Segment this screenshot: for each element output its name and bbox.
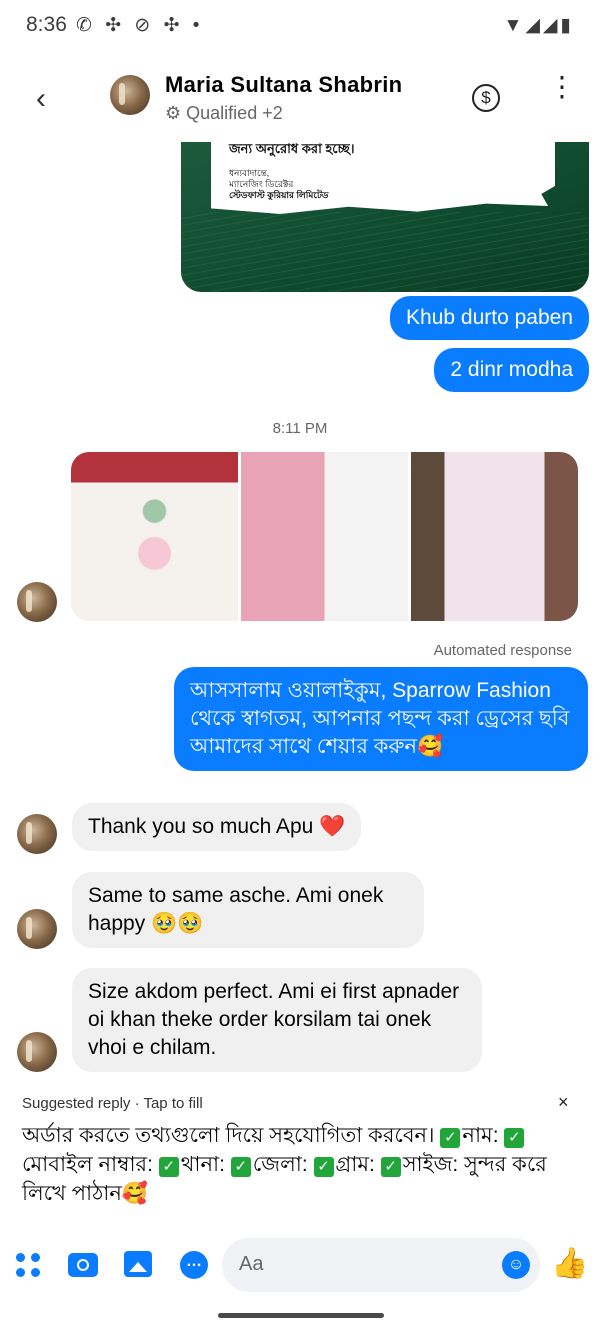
notification-icons: ✆ ✣ ⊘ ✣ •: [76, 15, 204, 36]
suggested-reply-title: Suggested reply · Tap to fill: [22, 1095, 203, 1112]
photo-dress-1[interactable]: [71, 452, 238, 621]
check-icon: ✓: [230, 1157, 251, 1177]
suggestion-field: মোবাইল নাম্বার:: [22, 1153, 153, 1176]
photo-dress-3[interactable]: [411, 452, 578, 621]
contact-name[interactable]: Maria Sultana Shabrin: [165, 72, 402, 98]
avatar[interactable]: [110, 75, 150, 115]
suggestion-field: সাইজ:: [402, 1153, 459, 1176]
photo-dress-2[interactable]: [241, 452, 408, 621]
suggestion-field: গ্রাম:: [335, 1153, 375, 1176]
clock: 8:36: [26, 13, 67, 36]
like-icon[interactable]: 👍: [551, 1246, 588, 1281]
status-bar: 8:36 ✆ ✣ ⊘ ✣ • ▼◢◢▮: [0, 0, 600, 52]
label-icon: ⚙: [165, 103, 182, 123]
contact-subtitle[interactable]: ⚙ Qualified +2: [165, 103, 283, 124]
avatar[interactable]: [17, 909, 57, 949]
suggestion-field: থানা:: [180, 1153, 225, 1176]
message-outgoing[interactable]: Khub durto paben: [390, 296, 589, 340]
avatar[interactable]: [17, 814, 57, 854]
photo-group[interactable]: [71, 452, 578, 621]
dollar-icon[interactable]: $: [472, 84, 500, 112]
suggestion-field: জেলা:: [252, 1153, 308, 1176]
contact-labels: Qualified +2: [186, 103, 283, 123]
message-incoming[interactable]: Size akdom perfect. Ami ei first apnader…: [72, 968, 482, 1072]
gallery-icon[interactable]: [124, 1251, 152, 1277]
image-text-signature: ধন্যবাদান্তে, ম্যানেজিং ডিরেক্টর স্টেডফা…: [229, 168, 328, 201]
image-paper: জন্য অনুরোধ করা হচ্ছে। ধন্যবাদান্তে, ম্য…: [211, 142, 555, 214]
signal-battery-icons: ▼◢◢▮: [503, 15, 574, 36]
avatar[interactable]: [17, 582, 57, 622]
check-icon: ✓: [440, 1128, 461, 1148]
image-text-line: ধন্যবাদান্তে,: [229, 168, 270, 178]
chat-icon[interactable]: …: [180, 1251, 208, 1279]
check-icon: ✓: [158, 1157, 179, 1177]
avatar[interactable]: [17, 1032, 57, 1072]
check-icon: ✓: [380, 1157, 401, 1177]
message-incoming[interactable]: Same to same asche. Ami onek happy 🥹🥹: [72, 872, 424, 948]
sent-image[interactable]: জন্য অনুরোধ করা হচ্ছে। ধন্যবাদান্তে, ম্য…: [181, 142, 589, 292]
image-pattern: [181, 212, 589, 292]
more-options-icon[interactable]: ⋮: [548, 73, 576, 101]
message-outgoing-automated[interactable]: আসসালাম ওয়ালাইকুম, Sparrow Fashion থেকে…: [174, 667, 588, 771]
home-indicator[interactable]: [218, 1313, 384, 1318]
camera-icon[interactable]: [68, 1253, 98, 1277]
image-text-line: স্টেডফাস্ট কুরিয়ার লিমিটেড: [229, 190, 329, 200]
message-outgoing[interactable]: 2 dinr modha: [434, 348, 589, 392]
close-icon[interactable]: ×: [558, 1092, 569, 1113]
check-icon: ✓: [313, 1157, 334, 1177]
suggestion-field: নাম:: [462, 1124, 499, 1147]
message-incoming[interactable]: Thank you so much Apu ❤️: [72, 803, 362, 851]
apps-icon[interactable]: [16, 1253, 42, 1279]
image-text-line: ম্যানেজিং ডিরেক্টর: [229, 179, 294, 189]
automated-response-label: Automated response: [433, 642, 572, 659]
message-input[interactable]: Aa: [222, 1238, 540, 1292]
check-icon: ✓: [504, 1128, 525, 1148]
suggested-reply-text[interactable]: অর্ডার করতে তথ্যগুলো দিয়ে সহযোগিতা করবে…: [22, 1121, 578, 1208]
emoji-icon[interactable]: ☺: [502, 1251, 530, 1279]
suggestion-text: অর্ডার করতে তথ্যগুলো দিয়ে সহযোগিতা করবে…: [22, 1124, 435, 1147]
message-placeholder: Aa: [239, 1253, 264, 1275]
timestamp: 8:11 PM: [272, 420, 328, 437]
image-text-line: জন্য অনুরোধ করা হচ্ছে।: [229, 142, 355, 156]
back-icon[interactable]: ‹: [28, 82, 54, 116]
